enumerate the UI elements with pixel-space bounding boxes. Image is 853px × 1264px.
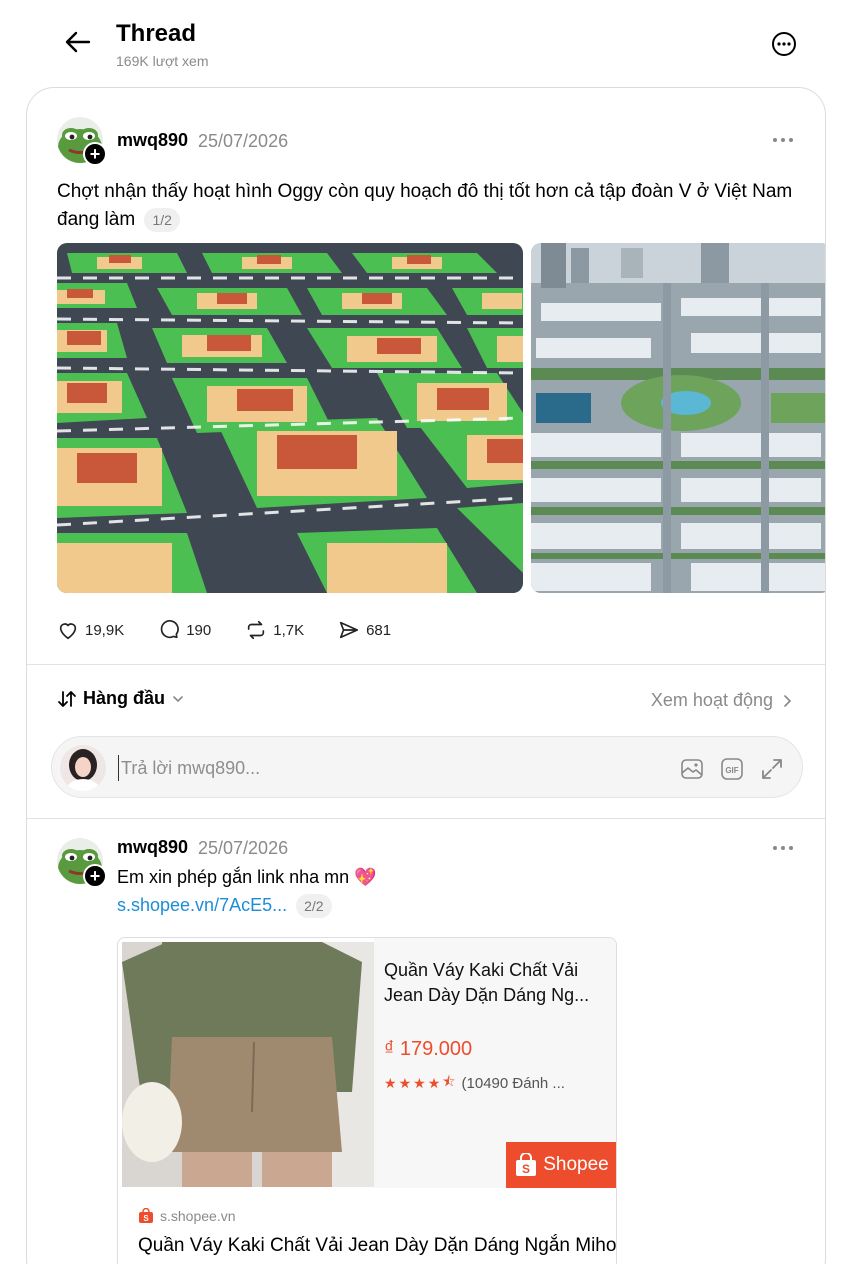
like-count: 19,9K: [85, 621, 125, 639]
post-date: 25/07/2026: [198, 131, 289, 151]
view-activity-link[interactable]: Xem hoạt động: [651, 690, 793, 711]
chevron-right-icon: [784, 694, 792, 707]
embed-domain: S s.shopee.vn: [138, 1208, 236, 1224]
post-actions: 19,9K 190 1,7K 681: [57, 616, 425, 644]
comment-counter: 2/2: [296, 894, 332, 918]
product-price: ₫ 179.000: [384, 1038, 473, 1060]
comment-count: 190: [186, 621, 212, 639]
reply-box: GIF: [51, 736, 803, 798]
share-button[interactable]: 681: [338, 619, 391, 641]
post-more-button[interactable]: [768, 130, 798, 150]
heart-icon: [59, 623, 77, 640]
star-icon: ★: [427, 1074, 441, 1091]
dot-icon: [789, 846, 793, 850]
repost-button[interactable]: 1,7K: [245, 619, 304, 641]
send-icon: [340, 621, 359, 639]
embed-domain-text: s.shopee.vn: [160, 1208, 236, 1224]
svg-text:S: S: [143, 1214, 149, 1223]
comment-button[interactable]: 190: [158, 619, 211, 641]
shopee-bag-icon: S: [516, 1153, 537, 1176]
header-more-button[interactable]: [768, 28, 800, 60]
repost-count: 1,7K: [273, 621, 305, 639]
page-title: Thread: [116, 20, 197, 47]
comment-date: 25/07/2026: [198, 838, 289, 858]
product-info: Quần Váy Kaki Chất Vải Jean Dày Dặn Dáng…: [374, 938, 616, 1188]
svg-text:S: S: [522, 1162, 530, 1176]
star-icon: ★: [398, 1074, 412, 1091]
dot-icon: [773, 846, 777, 850]
comment-text: Em xin phép gắn link nha mn 💖: [117, 867, 377, 887]
follow-plus-icon[interactable]: +: [83, 142, 107, 166]
shopee-small-icon: S: [139, 1208, 153, 1223]
link-preview-card[interactable]: Quần Váy Kaki Chất Vải Jean Dày Dặn Dáng…: [117, 937, 617, 1264]
svg-text:GIF: GIF: [725, 766, 738, 775]
attach-image-button[interactable]: [678, 755, 706, 783]
reply-input[interactable]: [118, 755, 598, 781]
back-button[interactable]: [62, 26, 94, 58]
divider: [27, 818, 825, 819]
post-text: Chợt nhận thấy hoạt hình Oggy còn quy ho…: [57, 178, 807, 234]
arrow-left-icon: [65, 31, 91, 53]
comment-link[interactable]: s.shopee.vn/7AcE5... 2/2: [117, 894, 332, 918]
post-image-cartoon[interactable]: [57, 243, 523, 593]
product-rating: ★ ★ ★ ★ ⯪ (10490 Đánh ...: [384, 1071, 565, 1095]
expand-icon: [762, 759, 782, 779]
post-counter: 1/2: [144, 207, 180, 232]
dot-icon: [781, 846, 785, 850]
gif-icon: GIF: [721, 758, 743, 780]
shopee-badge: S Shopee: [506, 1142, 616, 1188]
like-button[interactable]: 19,9K: [57, 619, 124, 641]
dot-icon: [773, 138, 777, 142]
star-icon: ★: [413, 1074, 426, 1091]
aerial-city-image: [531, 243, 825, 593]
post-username[interactable]: mwq890: [117, 130, 188, 151]
image-icon: [681, 759, 703, 779]
embed-product-name: Quần Váy Kaki Chất Vải Jean Dày Dặn Dáng…: [138, 1235, 617, 1256]
sort-dropdown[interactable]: Hàng đầu: [57, 688, 185, 709]
current-user-avatar: [60, 745, 106, 791]
view-count: 169K lượt xem: [116, 53, 209, 69]
half-star-icon: ⯪: [442, 1073, 456, 1089]
chevron-down-icon: [173, 695, 183, 702]
thread-card: + mwq890 25/07/2026 Chợt nhận thấy hoạt …: [26, 87, 826, 1264]
shopee-badge-label: Shopee: [543, 1154, 609, 1175]
product-photo: [122, 942, 374, 1187]
star-icon: ★: [384, 1074, 397, 1091]
sort-label: Hàng đầu: [83, 688, 166, 708]
sort-arrows-icon: [58, 690, 76, 707]
comment-username[interactable]: mwq890: [117, 837, 188, 858]
attach-gif-button[interactable]: GIF: [718, 755, 746, 783]
divider: [27, 664, 825, 665]
thread-header: Thread 169K lượt xem: [0, 0, 853, 80]
comment-icon: [160, 620, 180, 639]
share-count: 681: [366, 621, 392, 639]
more-circle-icon: [772, 32, 796, 56]
cartoon-city-image: [57, 243, 523, 593]
expand-reply-button[interactable]: [758, 755, 786, 783]
activity-label: Xem hoạt động: [650, 690, 773, 710]
post-image-aerial[interactable]: [531, 243, 825, 593]
repost-icon: [248, 620, 265, 640]
rating-count: (10490 Đánh ...: [461, 1074, 565, 1092]
dot-icon: [789, 138, 793, 142]
product-image: [122, 942, 374, 1187]
comment-more-button[interactable]: [768, 838, 798, 858]
product-title: Quần Váy Kaki Chất Vải Jean Dày Dặn Dáng…: [384, 960, 590, 1005]
dot-icon: [781, 138, 785, 142]
follow-plus-icon[interactable]: +: [83, 864, 107, 888]
comment-link-text: s.shopee.vn/7AcE5...: [117, 894, 288, 915]
user-avatar-icon: [60, 745, 106, 791]
